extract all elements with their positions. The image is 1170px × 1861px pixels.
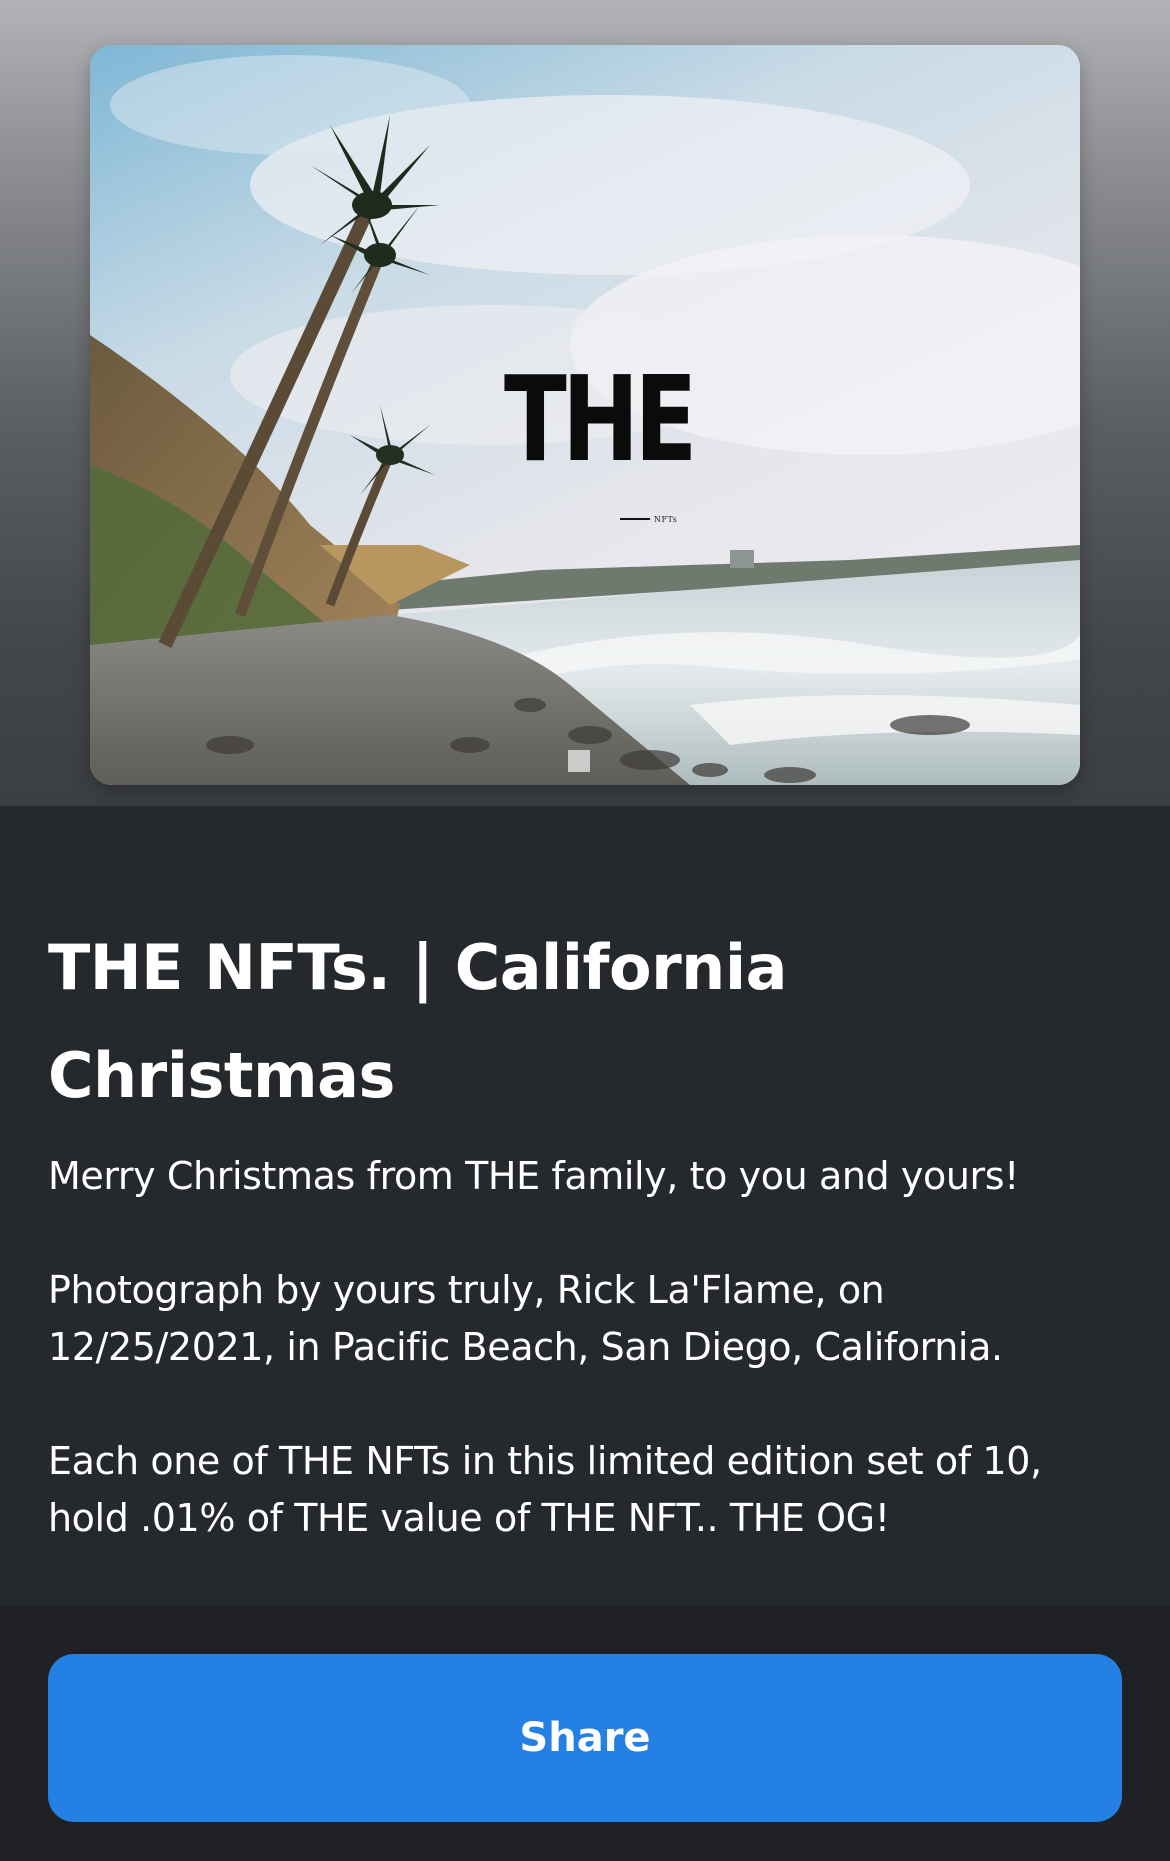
title-line-1: THE NFTs. | California <box>48 931 787 1004</box>
hero-backdrop: THE NFTs <box>0 0 1170 806</box>
logo-word: THE <box>504 350 697 488</box>
nft-details: THE NFTs. | California Christmas Merry C… <box>0 806 1170 1606</box>
action-bar: Share <box>0 1606 1170 1861</box>
description-paragraph-3: Each one of THE NFTs in this limited edi… <box>48 1433 1138 1547</box>
title-line-2: Christmas <box>48 1039 395 1112</box>
description-p2-line-2: 12/25/2021, in Pacific Beach, San Diego,… <box>48 1325 1003 1369</box>
description-p3-line-2: hold .01% of THE value of THE NFT.. THE … <box>48 1496 890 1540</box>
nft-detail-page: THE NFTs THE NFTs. | California Christma… <box>0 0 1170 1861</box>
logo-rule <box>620 518 650 520</box>
nft-title: THE NFTs. | California Christmas <box>48 914 1048 1130</box>
nft-image[interactable]: THE NFTs <box>90 45 1080 785</box>
description-paragraph-1: Merry Christmas from THE family, to you … <box>48 1154 1019 1198</box>
description-p3-line-1: Each one of THE NFTs in this limited edi… <box>48 1439 1042 1483</box>
logo-subtext: NFTs <box>654 515 678 524</box>
description-p2-line-1: Photograph by yours truly, Rick La'Flame… <box>48 1268 885 1312</box>
description-paragraph-2: Photograph by yours truly, Rick La'Flame… <box>48 1262 1138 1376</box>
share-button[interactable]: Share <box>48 1654 1122 1822</box>
the-logo: THE NFTs <box>504 350 704 524</box>
